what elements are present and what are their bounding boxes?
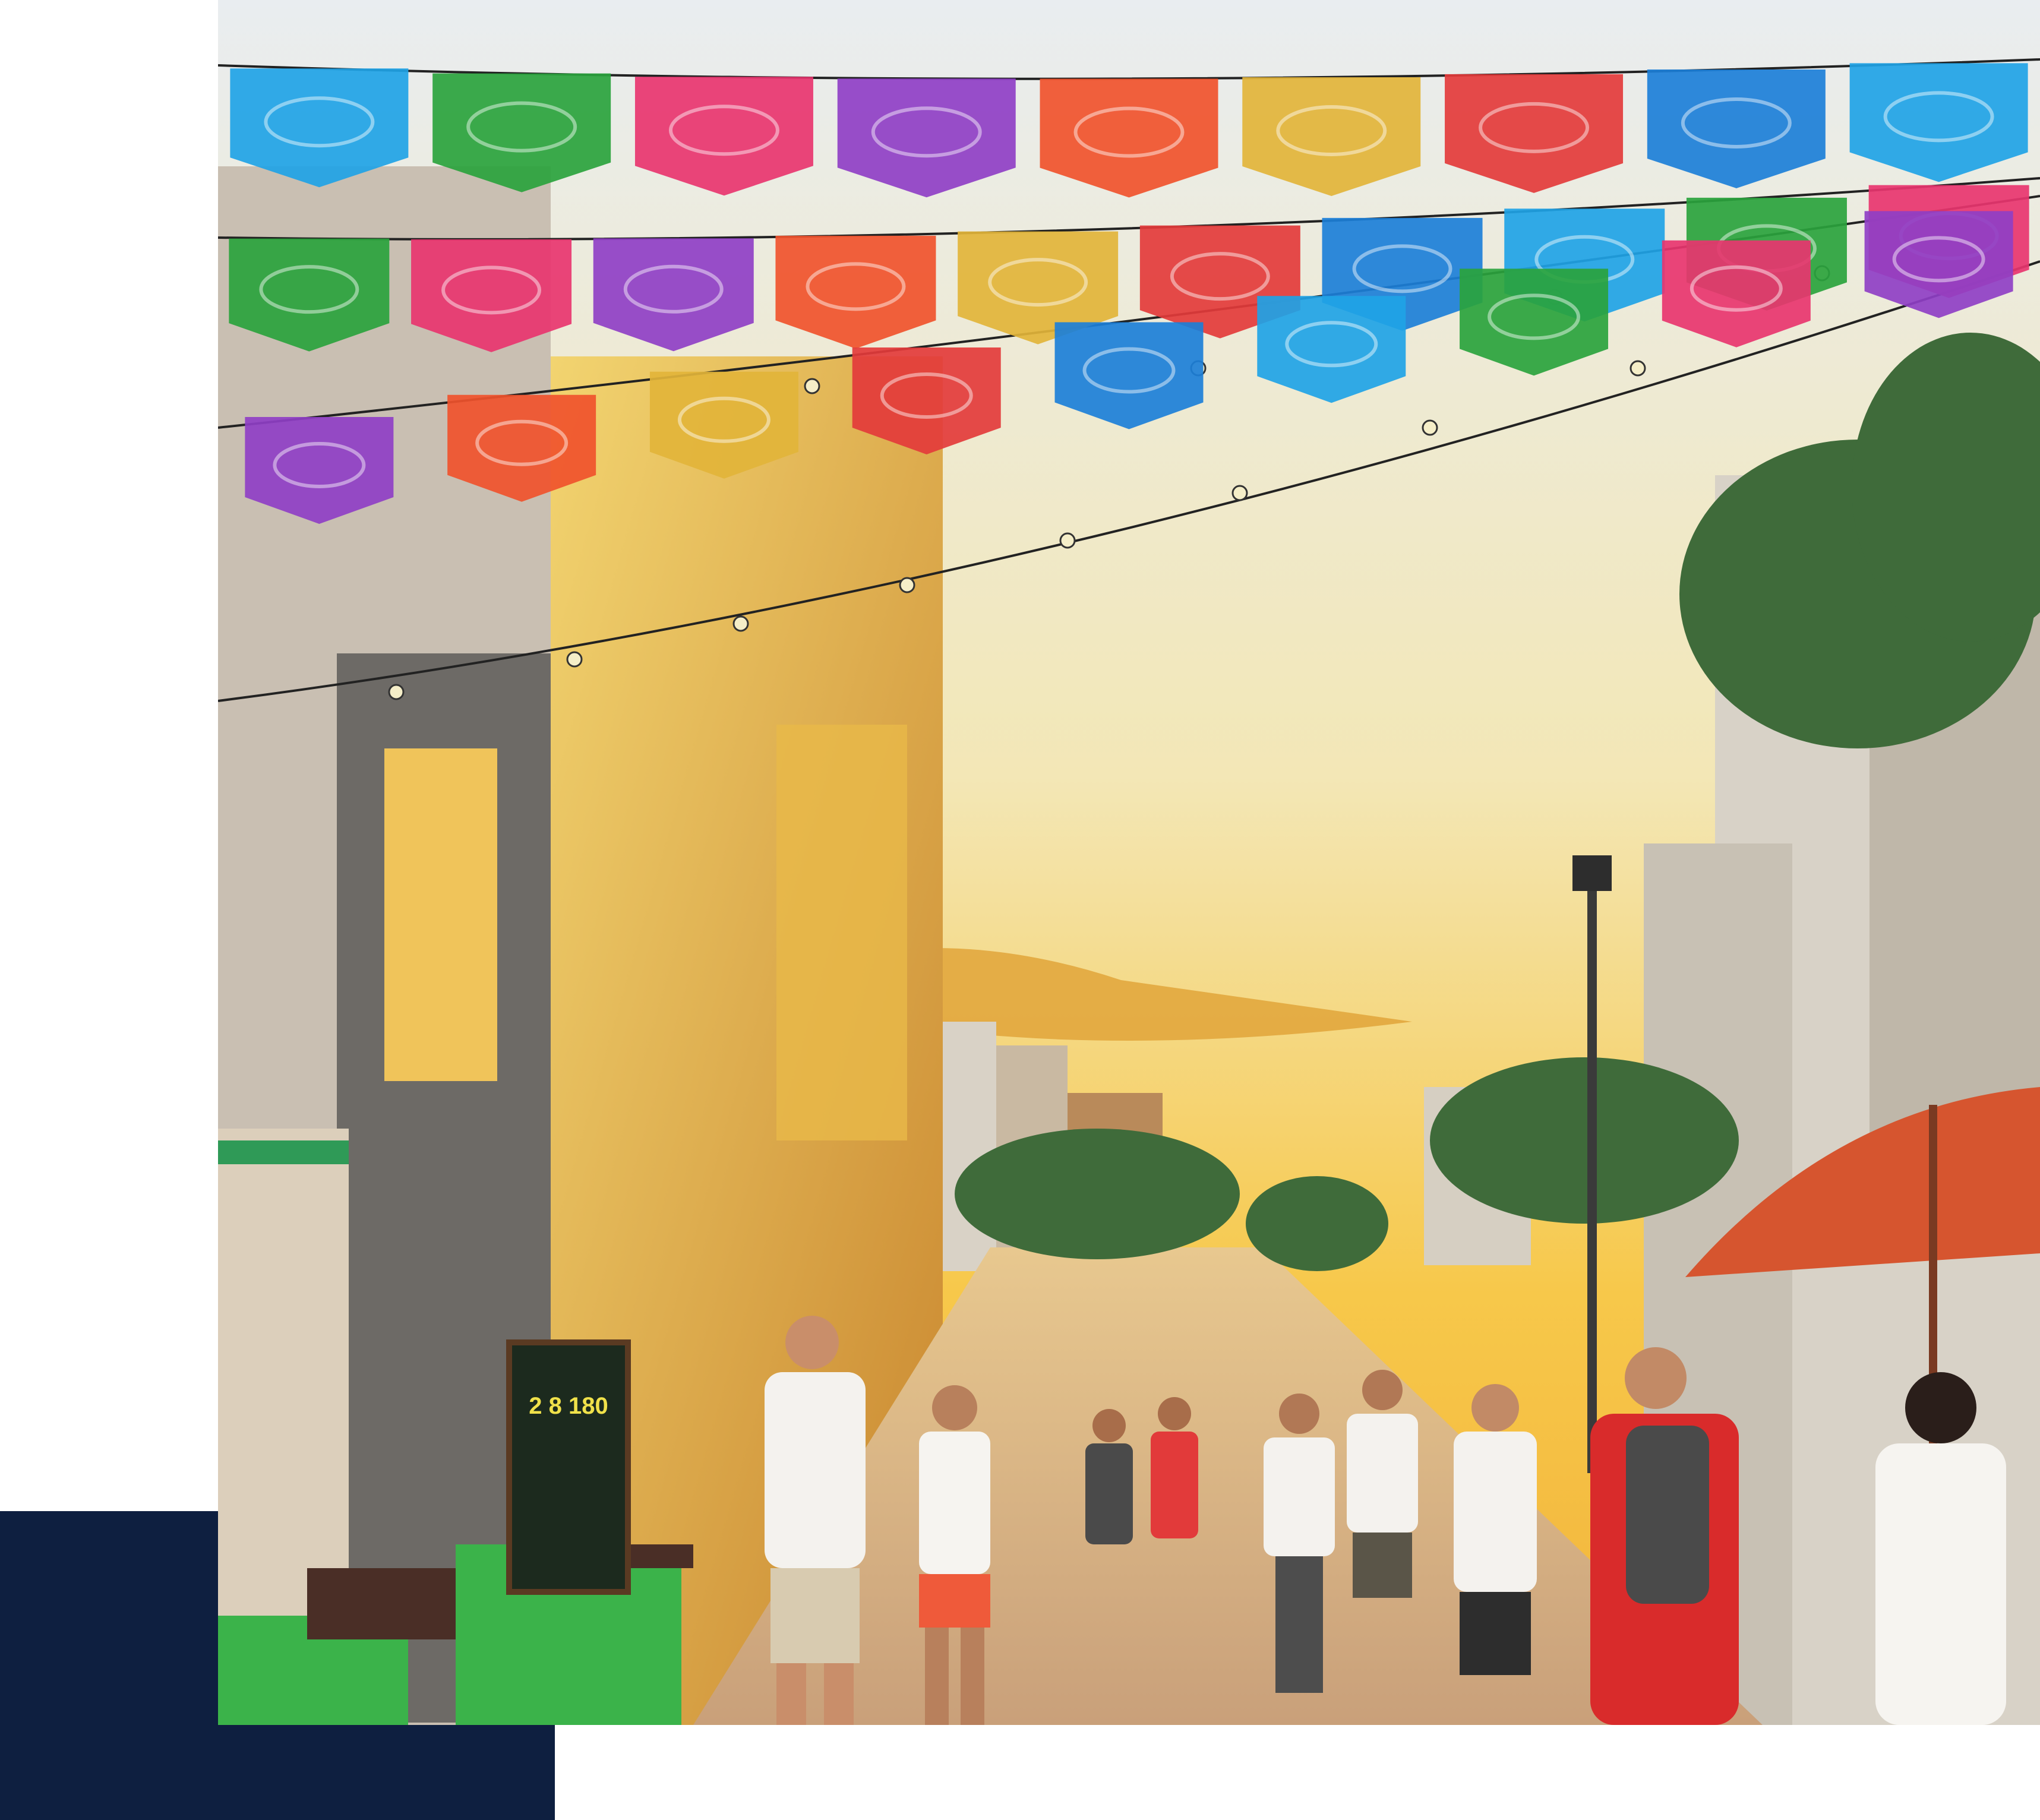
shop-window xyxy=(384,748,497,1081)
chalkboard-text: 2 8 180 xyxy=(529,1393,608,1419)
green-trim xyxy=(218,1140,349,1164)
street-lamp xyxy=(1587,879,1597,1473)
chalkboard-sign: 2 8 180 xyxy=(506,1339,631,1595)
lamp-head xyxy=(1572,855,1612,891)
street-photo: 2 8 180 xyxy=(218,0,2040,1725)
street-photo-illustration: 2 8 180 xyxy=(218,0,2040,1725)
glass-facade-lower xyxy=(776,725,907,1140)
